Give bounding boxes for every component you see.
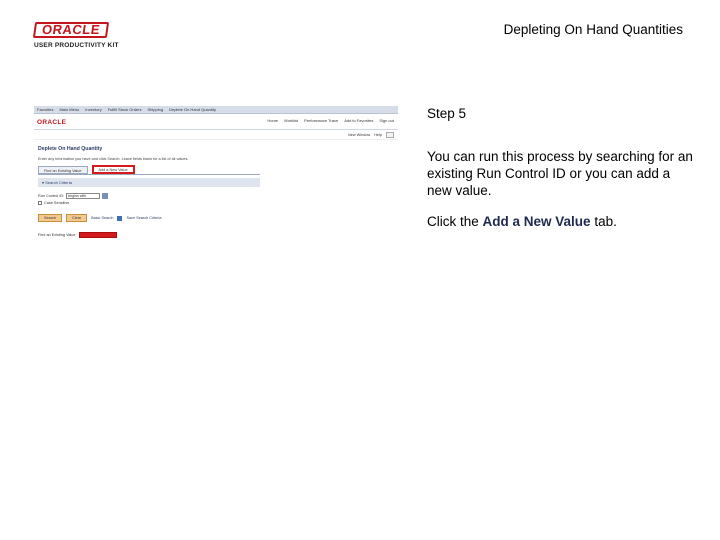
find-existing-label: Find an Existing Value [38,233,76,237]
application-screenshot: Favorites Main Menu Inventory Fulfill St… [34,106,398,260]
instruction-suffix: tab. [590,214,617,229]
window-links: New Window Help [34,130,398,140]
new-window-link[interactable]: New Window [348,133,370,137]
case-sensitive-label: Case Sensitive [44,201,70,205]
step-description: You can run this process by searching fo… [427,149,693,198]
search-actions: Search Clear Basic Search Save Search Cr… [38,214,398,222]
help-link[interactable]: Help [374,133,382,137]
menu-item[interactable]: Main Menu [59,107,79,112]
top-link-performance[interactable]: Performance Trace [304,118,338,123]
add-new-value-link-highlight[interactable] [78,232,117,238]
menu-item[interactable]: Inventory [85,107,101,112]
page-title: Deplete On Hand Quantity [38,146,103,152]
save-search-link[interactable]: Save Search Criteria [126,216,161,220]
search-criteria-header[interactable]: ▾ Search Criteria [38,178,260,187]
find-existing-row: Find an Existing Value [38,232,398,238]
menu-item[interactable]: Deplete On Hand Quantity [169,107,216,112]
top-link-favorites[interactable]: Add to Favorites [344,118,373,123]
menu-item[interactable]: Favorites [37,107,53,112]
document-title: Depleting On Hand Quantities [503,22,683,37]
page-instruction: Enter any information you have and click… [38,157,189,161]
top-links: Home Worklist Performance Trace Add to F… [267,118,394,123]
step-instruction: Click the Add a New Value tab. [427,214,695,229]
search-criteria-label: Search Criteria [45,180,72,185]
run-control-label: Run Control ID: [38,194,65,198]
search-button[interactable]: Search [38,214,63,222]
save-icon [117,215,123,221]
case-sensitive-row: Case Sensitive [38,201,398,205]
customize-icon[interactable] [386,131,394,138]
top-link-home[interactable]: Home [267,118,278,123]
menu-item[interactable]: Shipping [148,107,164,112]
top-link-signout[interactable]: Sign out [379,118,394,123]
instruction-target: Add a New Value [482,214,591,229]
instruction-prefix: Click the [427,214,483,229]
step-label: Step 5 [427,106,467,121]
basic-search-link[interactable]: Basic Search [91,216,113,220]
tab-add-new-value[interactable]: Add a New Value [91,165,135,174]
oracle-upk-logo: ORACLE USER PRODUCTIVITY KIT [32,22,124,49]
dropdown-icon[interactable] [102,193,109,199]
clear-button[interactable]: Clear [66,214,88,222]
logo-brand: ORACLE [32,22,110,38]
tab-find-existing-value[interactable]: Find an Existing Value [38,166,88,174]
case-sensitive-checkbox[interactable] [38,201,42,205]
app-brand-row: ORACLE Home Worklist Performance Trace A… [34,114,398,130]
tab-divider [38,174,260,175]
top-link-worklist[interactable]: Worklist [284,118,298,123]
breadcrumb-menu: Favorites Main Menu Inventory Fulfill St… [34,106,398,114]
app-logo: ORACLE [37,119,67,126]
menu-item[interactable]: Fulfill Stock Orders [108,107,142,112]
search-tabs: Find an Existing Value Add a New Value [38,165,398,174]
run-control-row: Run Control ID: begins with [38,193,398,199]
operator-select[interactable]: begins with [66,193,101,199]
logo-product: USER PRODUCTIVITY KIT [34,42,119,49]
